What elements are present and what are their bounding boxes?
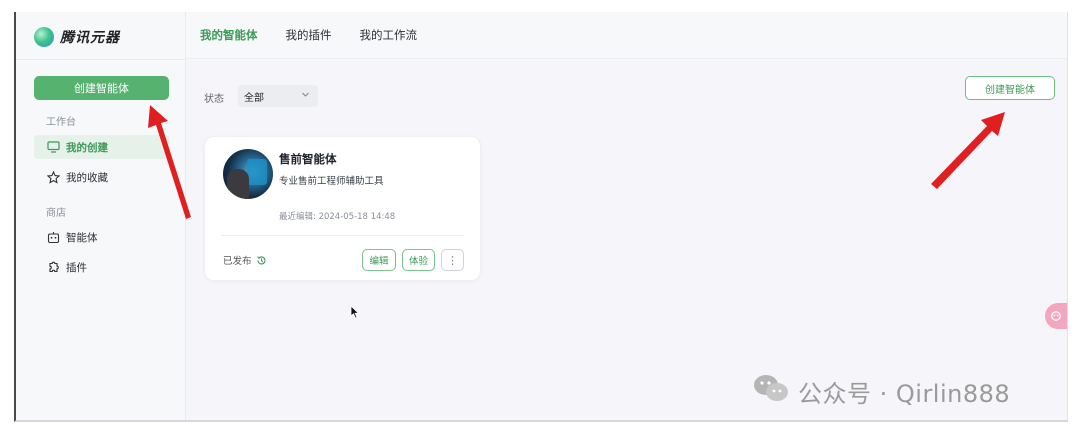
agent-title: 售前智能体 [279, 152, 337, 166]
try-button[interactable]: 体验 [402, 249, 435, 271]
tab-my-workflows[interactable]: 我的工作流 [360, 27, 418, 43]
section-label-store: 商店 [46, 208, 66, 219]
chevron-down-icon [301, 90, 310, 102]
watermark-text: 公众号 · Qirlin888 [798, 379, 1011, 408]
annotation-arrow-right [931, 112, 1005, 189]
logo[interactable]: 腾讯元器 [34, 26, 120, 48]
robot-icon [46, 230, 60, 244]
floating-helper-button[interactable] [1045, 303, 1067, 329]
logo-icon [34, 27, 54, 47]
sidebar-item-label: 智能体 [66, 231, 98, 244]
tab-my-agents[interactable]: 我的智能体 [200, 27, 258, 43]
status-filter-value: 全部 [244, 92, 264, 104]
sidebar-item-plugins[interactable]: 插件 [34, 255, 169, 279]
watermark: 公众号 · Qirlin888 [752, 373, 1010, 409]
top-nav: 我的智能体 我的插件 我的工作流 [186, 12, 1067, 59]
tab-my-plugins[interactable]: 我的插件 [286, 27, 332, 43]
wechat-icon [752, 373, 790, 409]
agent-avatar [223, 149, 273, 199]
publish-status-label: 已发布 [223, 256, 252, 267]
puzzle-icon [46, 260, 60, 274]
section-label-workbench: 工作台 [46, 117, 76, 128]
create-agent-button-secondary[interactable]: 创建智能体 [965, 76, 1055, 100]
sidebar-item-agents[interactable]: 智能体 [34, 225, 169, 249]
avatar-person [227, 169, 249, 199]
avatar-screen [247, 159, 267, 185]
agent-description: 专业售前工程师辅助工具 [279, 176, 384, 187]
agent-card[interactable]: 售前智能体 专业售前工程师辅助工具 最近编辑: 2024-05-18 14:48… [204, 136, 481, 281]
monitor-icon [46, 140, 60, 154]
status-filter-select[interactable]: 全部 [238, 85, 318, 107]
sidebar-item-label: 我的收藏 [66, 171, 108, 184]
divider [221, 235, 464, 236]
publish-status: 已发布 [223, 253, 267, 267]
agent-edit-time: 最近编辑: 2024-05-18 14:48 [279, 212, 396, 222]
star-icon [46, 170, 60, 184]
annotation-arrow-left [148, 105, 191, 219]
history-icon[interactable] [256, 255, 267, 266]
divider [16, 59, 185, 60]
sidebar-item-label: 我的创建 [66, 141, 108, 154]
sidebar-item-label: 插件 [66, 261, 87, 274]
status-filter-label: 状态 [204, 94, 224, 105]
app-title: 腾讯元器 [60, 30, 120, 46]
edit-button[interactable]: 编辑 [362, 249, 396, 271]
mouse-cursor-icon [350, 304, 360, 323]
more-options-button[interactable]: ⋮ [441, 249, 464, 271]
